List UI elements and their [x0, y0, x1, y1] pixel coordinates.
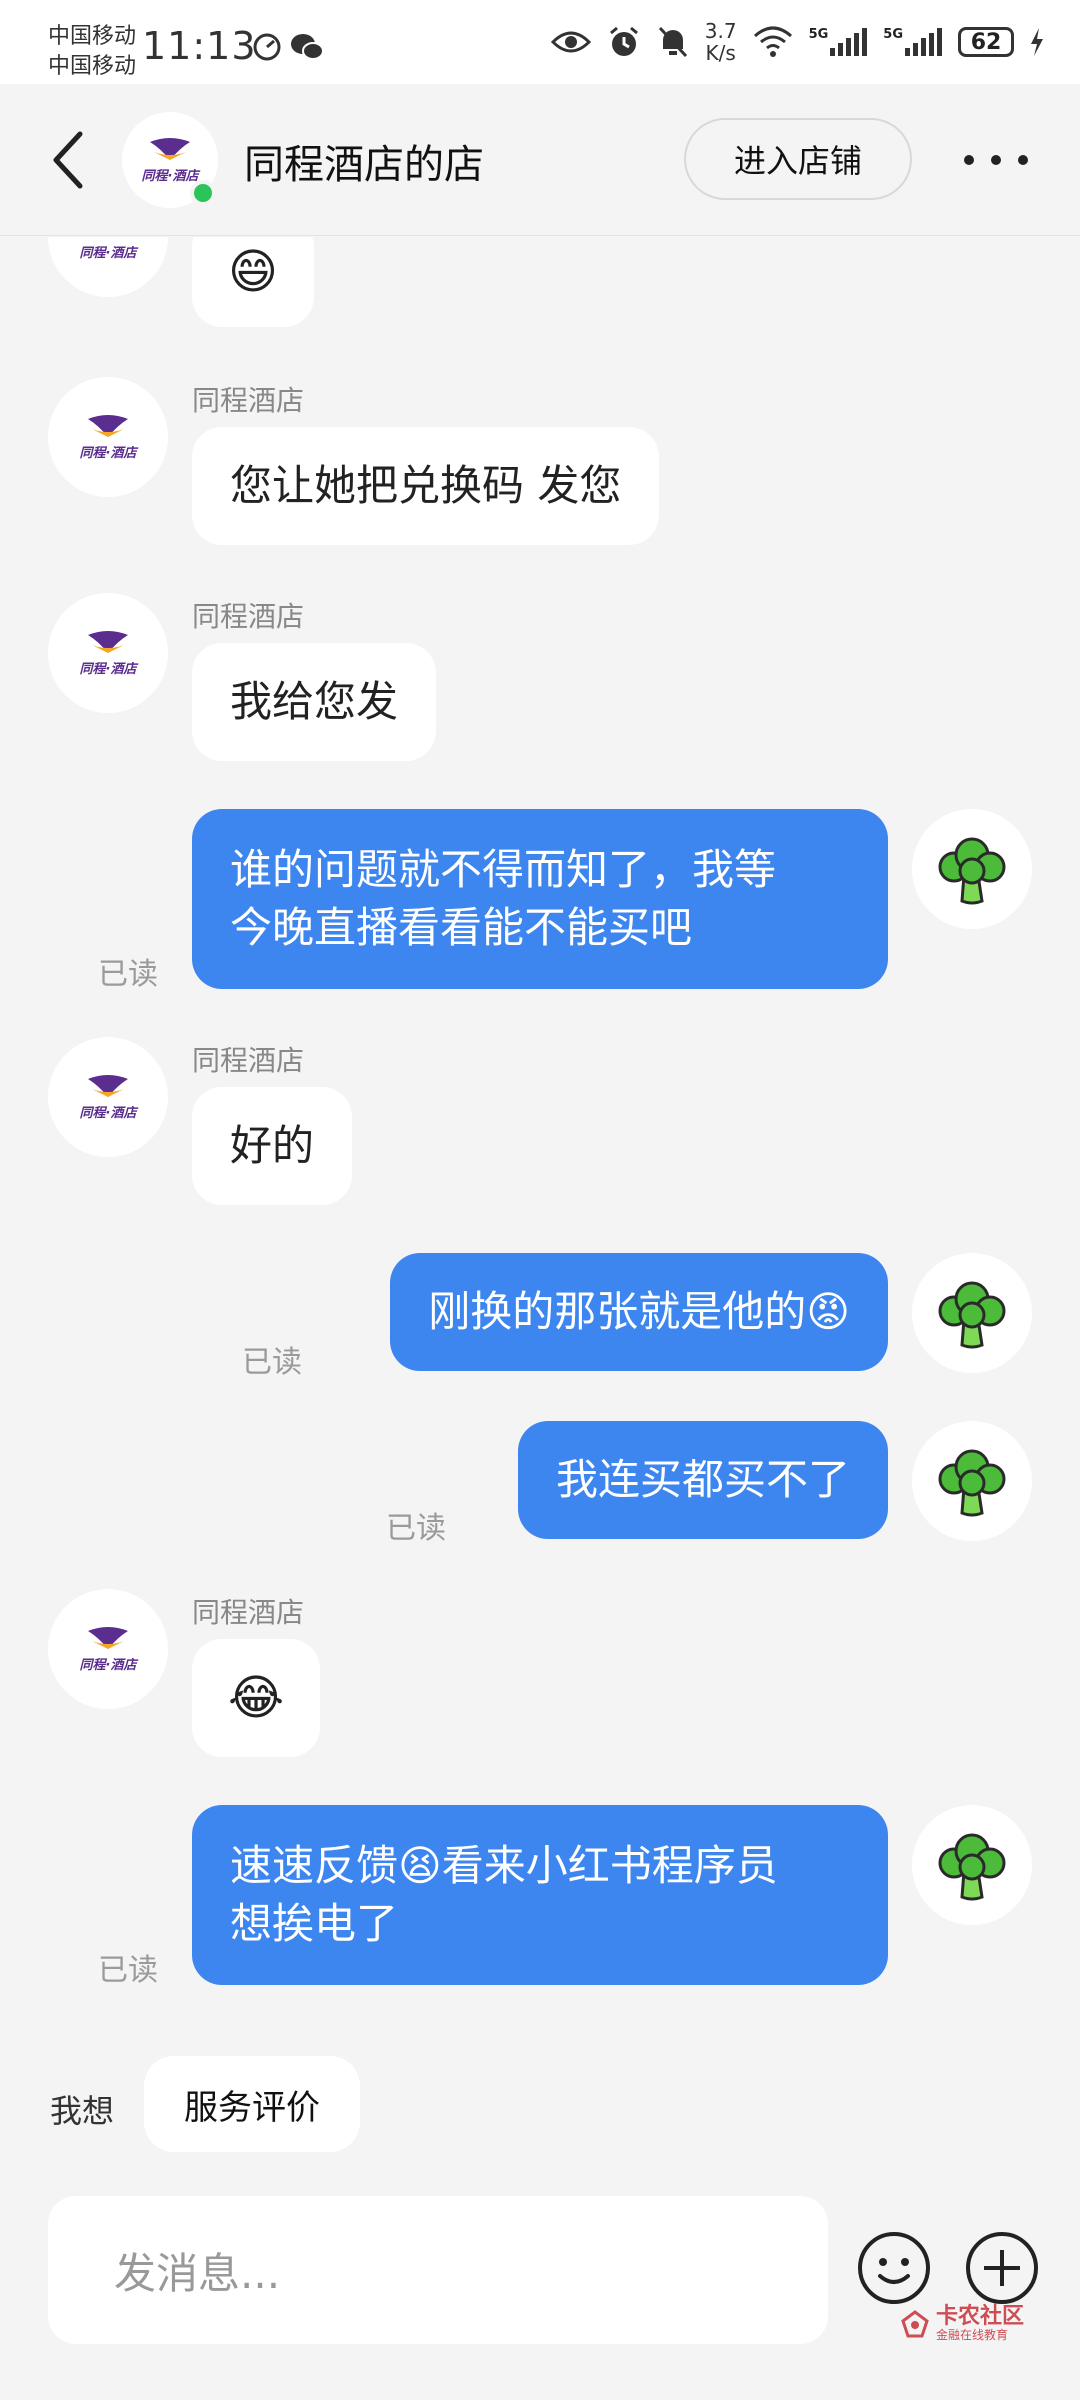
message-bubble-outgoing[interactable]: 刚换的那张就是他的😡: [390, 1253, 888, 1371]
svg-text:同程·酒店: 同程·酒店: [80, 1105, 139, 1121]
message-bubble-incoming[interactable]: 您让她把兑换码 发您: [192, 427, 660, 545]
message-bubble-incoming[interactable]: 😄: [192, 237, 315, 327]
enter-shop-button[interactable]: 进入店铺: [684, 118, 912, 200]
emoji-button[interactable]: [856, 2230, 932, 2306]
quick-reply-label: 我想: [50, 2092, 115, 2130]
back-button[interactable]: [48, 128, 88, 192]
network-speed: 3.7 K/s: [704, 19, 737, 65]
more-dot-icon: [991, 155, 1001, 165]
carrier-names: 中国移动 中国移动: [48, 22, 136, 82]
tongcheng-logo: 同程·酒店: [142, 138, 201, 184]
shop-avatar-small[interactable]: 同程·酒店: [48, 1037, 168, 1157]
user-avatar[interactable]: [912, 1421, 1032, 1541]
tongcheng-logo: 同程·酒店: [80, 415, 139, 461]
user-avatar[interactable]: [912, 809, 1032, 929]
message-list[interactable]: 同程·酒店 😄 同程·酒店 同程酒店 您让她把兑换码 发您 同程·酒店 同程酒店…: [0, 237, 1080, 2034]
shop-avatar-small[interactable]: 同程·酒店: [48, 593, 168, 713]
signal-bars-icon: [905, 28, 942, 56]
more-options-button[interactable]: [964, 140, 1028, 180]
smiley-icon: [858, 2232, 930, 2304]
shop-avatar-small[interactable]: 同程·酒店: [48, 1589, 168, 1709]
alarm-icon: [607, 25, 641, 59]
broccoli-icon: [938, 1449, 1006, 1517]
shop-avatar-small[interactable]: 同程·酒店: [48, 237, 168, 297]
broccoli-icon: [938, 1833, 1006, 1901]
sender-name: 同程酒店: [192, 1596, 305, 1629]
carrier-2: 中国移动: [48, 54, 137, 79]
more-dot-icon: [1018, 155, 1028, 165]
chat-header: 同程·酒店 同程酒店的店 进入店铺: [0, 84, 1080, 236]
message-bubble-incoming[interactable]: 好的: [192, 1087, 353, 1205]
message-bubble-incoming[interactable]: 😂: [192, 1639, 321, 1757]
read-status: 已读: [386, 1511, 446, 1546]
battery-indicator: 62: [958, 27, 1014, 57]
read-status: 已读: [242, 1345, 302, 1380]
more-dot-icon: [964, 155, 974, 165]
online-status-dot: [190, 180, 216, 206]
watermark: 卡农社区 金融在线教育: [900, 2306, 1024, 2342]
broccoli-icon: [938, 1281, 1006, 1349]
message-bubble-incoming[interactable]: 我给您发: [192, 643, 437, 761]
read-status: 已读: [98, 1953, 158, 1988]
tongcheng-logo: 同程·酒店: [80, 245, 139, 261]
message-input[interactable]: 发消息...: [48, 2196, 828, 2344]
message-bubble-outgoing[interactable]: 速速反馈😫看来小红书程序员 想挨电了: [192, 1805, 888, 1985]
charging-icon: [1030, 28, 1044, 56]
sender-name: 同程酒店: [192, 384, 305, 417]
shop-name: 同程酒店的店: [244, 142, 484, 188]
wechat-icon: [290, 32, 324, 62]
shop-avatar-small[interactable]: 同程·酒店: [48, 377, 168, 497]
user-avatar[interactable]: [912, 1253, 1032, 1373]
read-status: 已读: [98, 957, 158, 992]
wifi-icon: [753, 26, 793, 58]
composer-panel: 我想 服务评价 发消息... 卡农社区 金融在线教育: [0, 2034, 1080, 2400]
tongcheng-logo: 同程·酒店: [80, 1627, 139, 1673]
signal-2: 5G: [883, 28, 942, 56]
kanong-logo-icon: [901, 2310, 929, 2338]
svg-text:同程·酒店: 同程·酒店: [80, 1657, 139, 1673]
message-bubble-outgoing[interactable]: 我连买都买不了: [517, 1421, 888, 1539]
service-review-chip[interactable]: 服务评价: [144, 2056, 360, 2152]
signal-1: 5G: [809, 28, 868, 56]
carrier-1: 中国移动: [48, 24, 137, 49]
message-bubble-outgoing[interactable]: 谁的问题就不得而知了，我等 今晚直播看看能不能买吧: [192, 809, 888, 989]
svg-text:同程·酒店: 同程·酒店: [80, 661, 139, 677]
svg-text:同程·酒店: 同程·酒店: [80, 245, 139, 261]
plus-circle-icon: [966, 2232, 1038, 2304]
eye-icon: [550, 28, 591, 56]
tongcheng-logo: 同程·酒店: [80, 1075, 139, 1121]
tongcheng-logo: 同程·酒店: [80, 631, 139, 677]
chevron-left-icon: [53, 131, 83, 189]
sender-name: 同程酒店: [192, 1044, 305, 1077]
clock: 11:13: [142, 24, 257, 68]
sender-name: 同程酒店: [192, 600, 305, 633]
status-bar: 中国移动 中国移动 11:13 3.7 K/s 5G 5G 62: [0, 0, 1080, 84]
svg-text:同程·酒店: 同程·酒店: [142, 168, 201, 184]
user-avatar[interactable]: [912, 1805, 1032, 1925]
bell-mute-icon: [657, 25, 689, 59]
broccoli-icon: [938, 837, 1006, 905]
svg-text:同程·酒店: 同程·酒店: [80, 445, 139, 461]
signal-bars-icon: [830, 28, 868, 56]
speedometer-icon: [252, 32, 282, 62]
more-actions-button[interactable]: [964, 2230, 1040, 2306]
